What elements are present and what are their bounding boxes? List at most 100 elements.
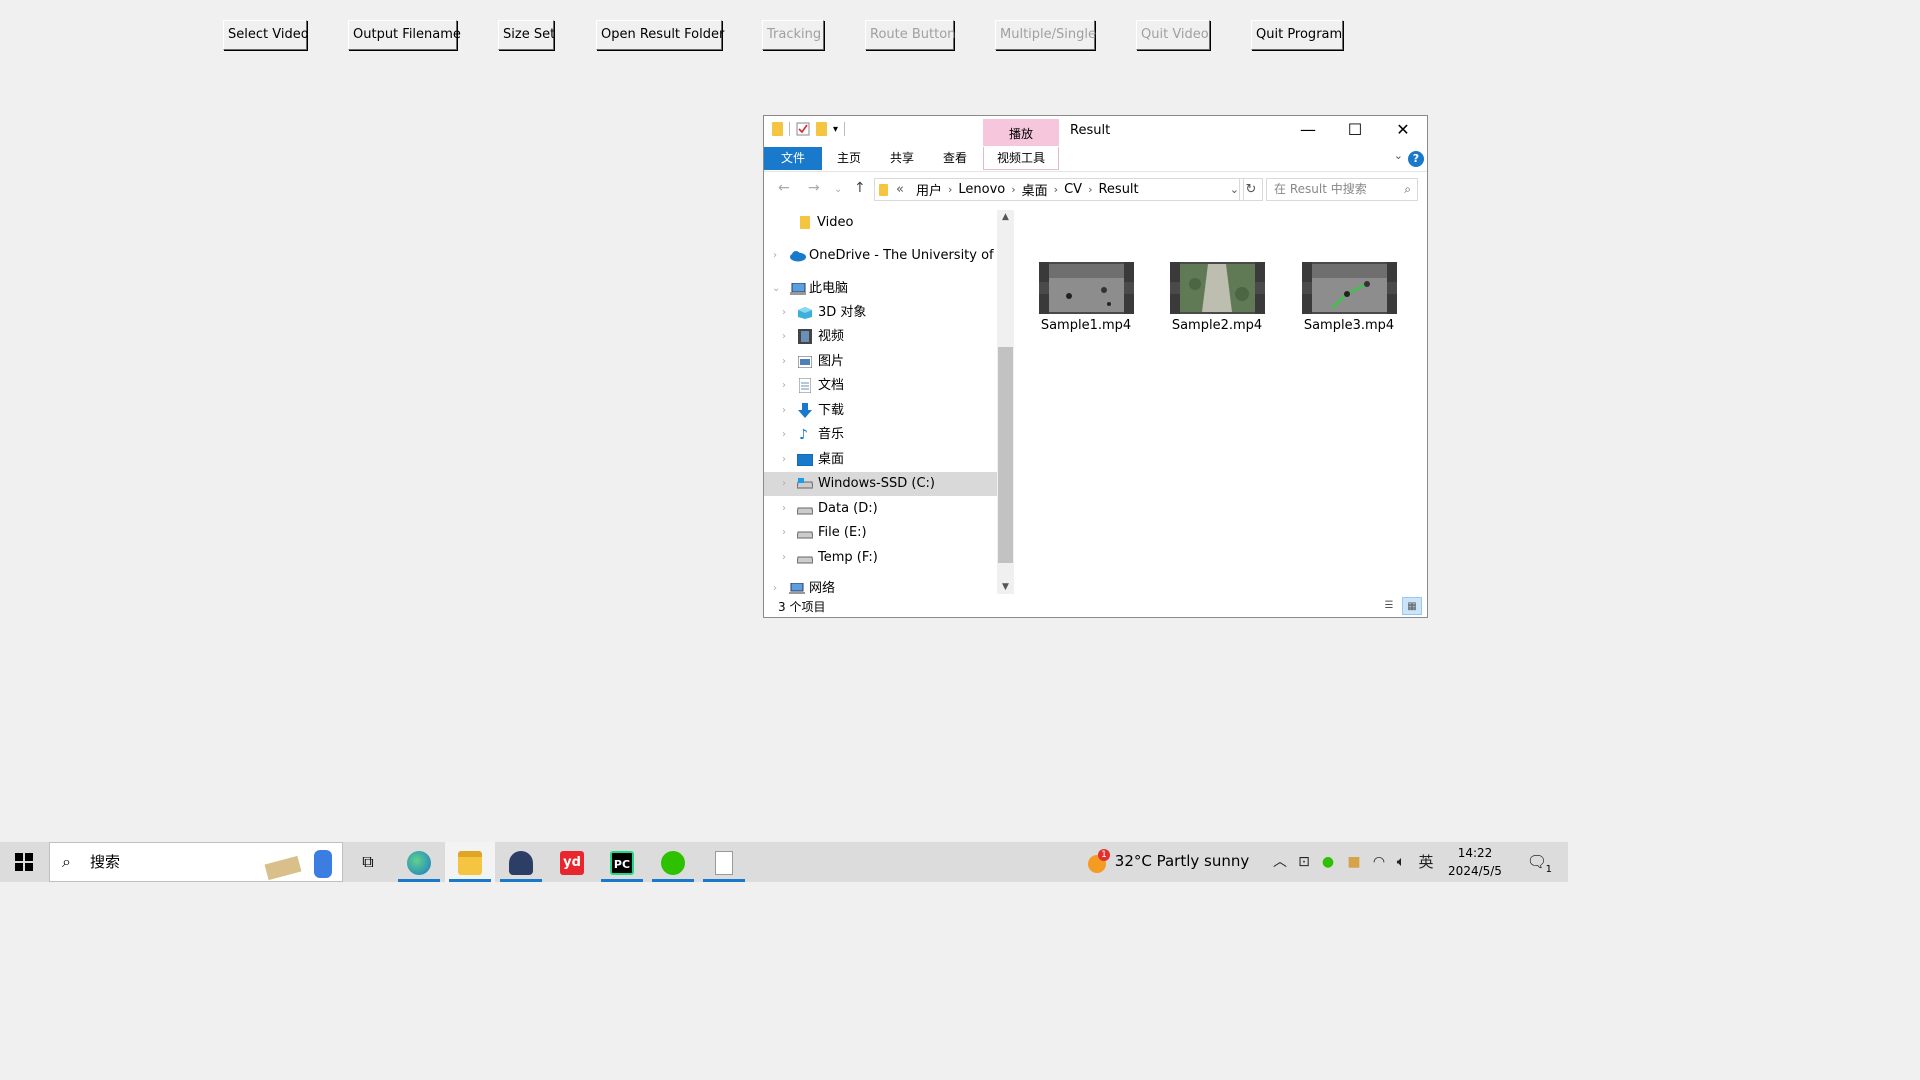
properties-icon[interactable] [796,122,810,136]
input-method-indicator[interactable]: 英 [1414,842,1438,882]
quit-program-button[interactable]: Quit Program [1251,20,1343,50]
file-item[interactable]: Sample3.mp4 [1294,262,1404,333]
start-button[interactable] [0,842,48,882]
expand-chevron-icon[interactable]: › [782,325,786,349]
chevron-right-icon[interactable]: › [1054,183,1058,196]
chevron-right-icon[interactable]: › [1011,183,1015,196]
size-set-button[interactable]: Size Set [498,20,555,50]
nav-item-documents[interactable]: › 文档 [764,374,997,398]
expand-chevron-icon[interactable]: › [782,448,786,472]
expand-chevron-icon[interactable]: › [782,472,786,496]
weather-widget[interactable]: 1 32°C Partly sunny [1088,842,1249,882]
security-icon[interactable]: ⊡ [1294,842,1314,882]
breadcrumb-desktop[interactable]: 桌面 [1022,180,1048,199]
nav-item-onedrive[interactable]: › OneDrive - The University of No [764,244,997,268]
route-button[interactable]: Route Button [865,20,955,50]
nav-item-pictures[interactable]: › 图片 [764,350,997,374]
search-input[interactable]: 在 Result 中搜索 ⌕ [1266,178,1418,201]
multiple-single-button[interactable]: Multiple/Single [995,20,1096,50]
task-view-button[interactable]: ⧉ [343,842,393,882]
details-view-icon[interactable]: ☰ [1379,597,1399,615]
taskbar-youdao[interactable]: yd [547,842,597,882]
volume-icon[interactable]: 🔈︎ [1391,842,1411,882]
document-icon [715,850,733,875]
tab-home[interactable]: 主页 [834,147,864,170]
expand-chevron-icon[interactable]: › [782,374,786,398]
collapse-chevron-icon[interactable]: ⌄ [772,277,780,301]
network-icon [789,583,805,594]
forward-arrow-icon[interactable]: → [808,180,820,196]
taskbar-edge[interactable] [394,842,444,882]
file-item[interactable]: Sample2.mp4 [1162,262,1272,333]
expand-chevron-icon[interactable]: › [782,301,786,325]
minimize-button[interactable]: — [1285,116,1331,144]
maximize-button[interactable]: ☐ [1332,116,1378,144]
tab-video-tools[interactable]: 视频工具 [983,147,1059,170]
select-video-button[interactable]: Select Video [223,20,309,50]
address-bar[interactable]: « 用户 › Lenovo › 桌面 › CV › Result ⌄ [874,178,1244,201]
clock[interactable]: 14:22 2024/5/5 [1442,844,1508,880]
expand-ribbon-icon[interactable]: ⌄ [1394,149,1403,162]
up-arrow-icon[interactable]: ↑ [854,180,866,196]
scroll-up-icon[interactable]: ▲ [997,212,1014,222]
expand-chevron-icon[interactable]: › [782,521,786,545]
customize-dropdown-icon[interactable]: ▾ [833,124,838,135]
nav-item-desktop[interactable]: › 桌面 [764,448,997,472]
large-icons-view-icon[interactable]: ▦ [1402,597,1422,615]
nav-item-video[interactable]: Video [764,211,997,235]
taskbar-blank-document[interactable] [699,842,749,882]
expand-chevron-icon[interactable]: › [773,244,777,268]
expand-chevron-icon[interactable]: › [782,350,786,374]
taskbar-wechat[interactable] [648,842,698,882]
wifi-icon[interactable]: ◠ [1368,842,1390,882]
breadcrumb-result[interactable]: Result [1098,182,1138,197]
chevron-right-icon[interactable]: › [948,183,952,196]
nav-item-drive-c[interactable]: › Windows-SSD (C:) [764,472,997,496]
nav-item-drive-e[interactable]: › File (E:) [764,521,997,545]
expand-chevron-icon[interactable]: › [773,577,777,594]
scrollbar-thumb[interactable] [998,347,1013,563]
tab-share[interactable]: 共享 [887,147,917,170]
back-arrow-icon[interactable]: ← [778,180,790,196]
taskbar-app-cat[interactable] [496,842,546,882]
chevron-right-icon[interactable]: › [1088,183,1092,196]
show-hidden-icons-chevron-icon[interactable]: ︿ [1270,842,1290,882]
nav-item-network[interactable]: › 网络 [764,577,997,594]
expand-chevron-icon[interactable]: › [782,546,786,570]
nav-scrollbar[interactable]: ▲ ▼ [997,210,1014,594]
nav-item-3d-objects[interactable]: › 3D 对象 [764,301,997,325]
quit-video-button[interactable]: Quit Video [1136,20,1210,50]
breadcrumb-lenovo[interactable]: Lenovo [958,182,1005,197]
open-result-folder-button[interactable]: Open Result Folder [596,20,724,50]
nav-item-this-pc[interactable]: ⌄ 此电脑 [764,277,997,301]
scroll-down-icon[interactable]: ▼ [997,582,1014,592]
nav-item-videos[interactable]: › 视频 [764,325,997,349]
breadcrumb-cv[interactable]: CV [1064,182,1082,197]
new-folder-icon[interactable] [816,122,827,136]
help-icon[interactable]: ? [1408,151,1424,167]
wechat-tray-icon[interactable]: ● [1318,842,1338,882]
nav-item-downloads[interactable]: › 下载 [764,399,997,423]
address-dropdown-icon[interactable]: ⌄ [1230,183,1239,196]
nav-item-drive-d[interactable]: › Data (D:) [764,497,997,521]
tab-file[interactable]: 文件 [764,147,822,170]
refresh-icon[interactable]: ↻ [1239,178,1263,201]
cat-tray-icon[interactable]: ■ [1344,842,1364,882]
nav-item-music[interactable]: › ♪ 音乐 [764,423,997,447]
expand-chevron-icon[interactable]: › [782,399,786,423]
notification-center-button[interactable]: 🗨︎ 1 [1520,842,1554,882]
taskbar-search-input[interactable]: ⌕ 搜索 [49,842,343,882]
nav-item-drive-f[interactable]: › Temp (F:) [764,546,997,570]
expand-chevron-icon[interactable]: › [782,497,786,521]
tab-view[interactable]: 查看 [940,147,970,170]
file-item[interactable]: Sample1.mp4 [1031,262,1141,333]
recent-dropdown-icon[interactable]: ⌄ [834,184,842,195]
expand-chevron-icon[interactable]: › [782,423,786,447]
breadcrumb-users[interactable]: 用户 [916,180,942,199]
close-button[interactable]: ✕ [1380,116,1426,144]
output-filename-button[interactable]: Output Filename [348,20,461,50]
tracking-button[interactable]: Tracking [762,20,824,50]
taskbar-pycharm[interactable]: PC [597,842,647,882]
taskbar-file-explorer[interactable] [445,842,495,882]
overflow-chevron-icon[interactable]: « [896,182,904,197]
